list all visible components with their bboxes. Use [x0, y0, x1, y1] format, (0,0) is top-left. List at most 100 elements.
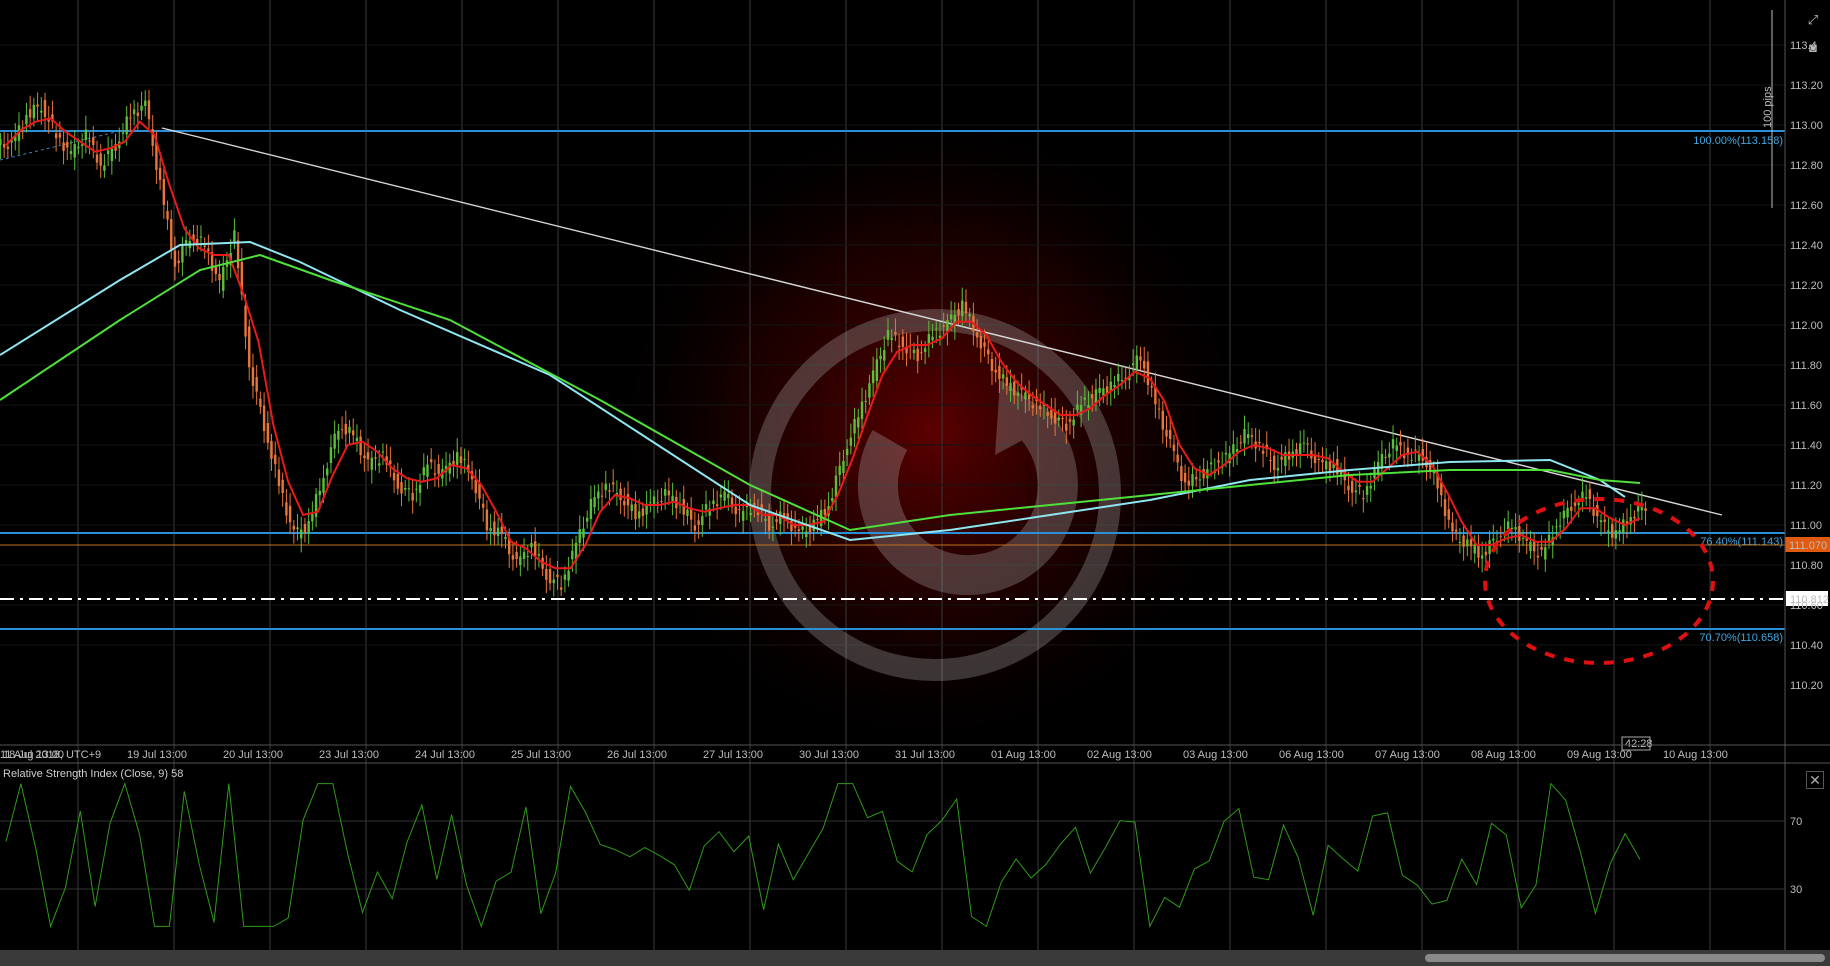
candle-body	[36, 104, 39, 107]
candle-body	[1570, 506, 1573, 511]
candle-body	[259, 398, 262, 407]
candle-body	[407, 488, 411, 490]
candle-body	[753, 502, 756, 506]
candle-body	[637, 511, 641, 519]
candle-body	[812, 519, 815, 531]
candle-body	[719, 494, 723, 498]
candle-body	[559, 587, 563, 590]
candle-body	[927, 334, 931, 344]
y-tick-label: 110.40	[1790, 640, 1823, 652]
candle-body	[340, 429, 344, 431]
price-chart[interactable]: 100.00%(113.158) 76.40%(111.143) 70.70%(11…	[0, 0, 1830, 966]
pips-label: 100 pips	[1762, 86, 1774, 128]
candle-body	[110, 148, 114, 161]
candle-body	[62, 142, 65, 151]
candle-body	[894, 332, 897, 335]
candle-body	[556, 574, 559, 578]
y-tick-label: 111.80	[1790, 360, 1822, 372]
candle-body	[270, 441, 273, 459]
candle-body	[1261, 450, 1265, 454]
candle-body	[563, 574, 567, 580]
candle-body	[400, 482, 403, 494]
candle-body	[1050, 409, 1053, 419]
candle-body	[697, 520, 700, 525]
candle-body	[1588, 489, 1592, 499]
candle-body	[1172, 444, 1176, 451]
candle-body	[879, 355, 882, 360]
x-tick-label: 31 Jul 13:00	[895, 749, 955, 761]
y-tick-label: 113.20	[1790, 80, 1823, 92]
x-tick-label: 09 Aug 13:00	[1567, 749, 1632, 761]
candle-body	[1013, 381, 1016, 396]
candle-body	[1451, 522, 1454, 532]
candle-body	[1120, 380, 1124, 382]
fib-label: 76.40%(111.143)	[1700, 536, 1783, 548]
candle-body	[979, 336, 983, 349]
candle-body	[203, 245, 206, 247]
candle-body	[842, 460, 845, 473]
candle-body	[125, 116, 128, 135]
candle-body	[786, 513, 789, 518]
rsi-level-label: 30	[1790, 884, 1802, 896]
candle-body	[1269, 459, 1272, 462]
candle-body	[392, 472, 396, 481]
candle-body	[1139, 356, 1142, 361]
candle-body	[816, 519, 819, 521]
candle-body	[300, 529, 303, 539]
candle-body	[1614, 530, 1618, 539]
candle-body	[348, 426, 351, 433]
candle-body	[103, 165, 106, 171]
candle-body	[1146, 361, 1150, 386]
candle-body	[1113, 384, 1116, 388]
candle-body	[1131, 363, 1135, 366]
candle-body	[990, 358, 994, 371]
camera-icon[interactable]: ◙	[1805, 40, 1821, 56]
candle-body	[1072, 419, 1075, 426]
candle-body	[864, 400, 867, 402]
candle-body	[1514, 527, 1517, 530]
candle-body	[1480, 555, 1484, 559]
candle-body	[537, 554, 541, 556]
candle-body	[199, 236, 203, 238]
expand-icon[interactable]: ⤢	[1805, 12, 1821, 28]
candle-body	[734, 506, 737, 515]
candle-body	[649, 502, 652, 504]
y-tick-label: 110.20	[1790, 680, 1823, 692]
candle-body	[322, 478, 325, 493]
candle-body	[1024, 392, 1027, 400]
candle-body	[652, 496, 656, 505]
close-icon[interactable]: ✕	[1806, 771, 1824, 789]
candle-body	[797, 529, 801, 531]
candle-body	[1469, 539, 1473, 547]
candle-body	[69, 151, 73, 154]
candle-body	[589, 499, 593, 520]
candle-body	[767, 514, 771, 531]
candle-body	[961, 300, 964, 316]
x-tick-label: 10 Aug 13:00	[1663, 749, 1728, 761]
candle-body	[604, 483, 607, 491]
chart-app: 100.00%(113.158) 76.40%(111.143) 70.70%(11…	[0, 0, 1830, 966]
candle-body	[173, 250, 177, 267]
candle-body	[838, 465, 841, 476]
candle-body	[2, 144, 6, 148]
candle-body	[849, 437, 853, 446]
candle-body	[456, 452, 459, 465]
candle-body	[77, 146, 80, 149]
candle-body	[1347, 485, 1350, 491]
candle-body	[530, 542, 533, 548]
candle-body	[663, 489, 667, 496]
candle-body	[1636, 506, 1640, 512]
fib-label: 70.70%(110.658)	[1699, 632, 1783, 644]
candle-body	[1187, 480, 1190, 486]
candle-body	[255, 377, 258, 392]
scrollbar-thumb[interactable]	[1425, 954, 1825, 962]
candle-body	[1577, 502, 1580, 506]
candle-body	[248, 326, 251, 368]
x-tick-label: 06 Aug 13:00	[1279, 749, 1344, 761]
candle-body	[1473, 545, 1476, 554]
candle-body	[1039, 405, 1042, 410]
candle-body	[533, 541, 537, 557]
candle-body	[923, 348, 927, 352]
candle-body	[875, 359, 879, 381]
candle-body	[1410, 459, 1413, 461]
